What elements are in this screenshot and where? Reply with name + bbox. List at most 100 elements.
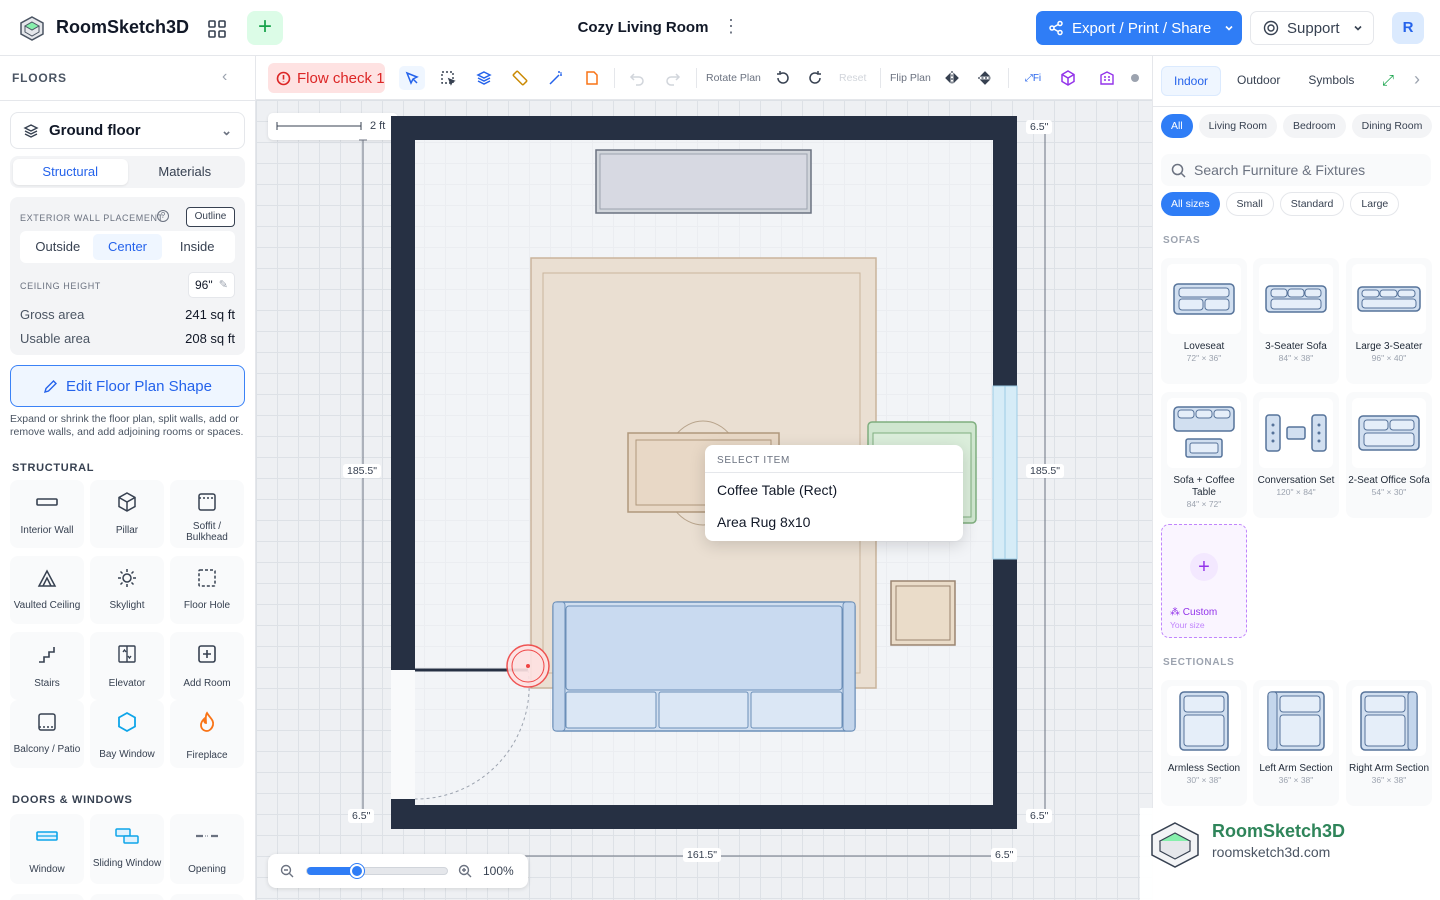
flow-check-button[interactable]: Flow check 1 <box>268 63 385 93</box>
undo-icon[interactable] <box>624 66 650 90</box>
usable-area-value: 208 sq ft <box>185 331 235 346</box>
furniture-search-input[interactable] <box>1194 162 1424 178</box>
collapse-panel-icon[interactable]: ‹ <box>222 68 227 86</box>
note-icon[interactable] <box>579 66 605 90</box>
flip-vertical-icon[interactable] <box>972 66 998 90</box>
chip-all-sizes[interactable]: All sizes <box>1161 192 1220 216</box>
magic-select-icon[interactable] <box>399 66 425 90</box>
outline-button[interactable]: Outline <box>186 207 235 227</box>
chip-large[interactable]: Large <box>1350 192 1400 216</box>
tool-elevator[interactable]: Elevator <box>90 632 164 700</box>
furniture-library-panel: Indoor Outdoor Symbols ⤢ › All Living Ro… <box>1152 56 1440 900</box>
support-button[interactable]: Support <box>1250 11 1374 45</box>
flip-horizontal-icon[interactable] <box>939 66 965 90</box>
tab-outdoor[interactable]: Outdoor <box>1225 66 1292 96</box>
tool-soffit[interactable]: Soffit / Bulkhead <box>170 480 244 548</box>
tool-more[interactable] <box>170 894 244 900</box>
new-project-button[interactable]: + <box>247 11 283 45</box>
chip-all[interactable]: All <box>1161 114 1193 138</box>
dimension-bottom-left[interactable]: 6.5" <box>348 809 375 823</box>
top-bar: RoomSketch3D + Cozy Living Room ⋮ Export… <box>0 0 1440 56</box>
ceiling-height-field[interactable]: 96" ✎ <box>188 272 235 298</box>
edit-floor-plan-shape-button[interactable]: Edit Floor Plan Shape <box>10 365 245 407</box>
furniture-card[interactable]: 2-Seat Office Sofa 54" × 30" <box>1346 392 1432 518</box>
magic-wand-icon[interactable] <box>543 66 569 90</box>
fit-view-button[interactable]: ⤢ Fi <box>1016 66 1050 90</box>
tool-stairs[interactable]: Stairs <box>10 632 84 700</box>
placement-center[interactable]: Center <box>92 234 163 260</box>
project-title[interactable]: Cozy Living Room <box>540 19 746 36</box>
furniture-card[interactable]: Large 3-Seater 96" × 40" <box>1346 258 1432 384</box>
floor-plan-canvas[interactable]: 2 ft 185.5" 185.5" 6.5" 6.5" 6.5" 161.5"… <box>256 100 1152 900</box>
dimension-bottom-width[interactable]: 161.5" <box>683 848 722 862</box>
chip-living-room[interactable]: Living Room <box>1198 114 1278 138</box>
dimension-left[interactable]: 185.5" <box>343 464 382 478</box>
rotate-right-icon[interactable] <box>802 66 828 90</box>
expand-icon[interactable]: ⤢ <box>1382 72 1394 89</box>
floor-select[interactable]: Ground floor ⌄ <box>10 112 245 149</box>
tool-vaulted-ceiling[interactable]: Vaulted Ceiling <box>10 556 84 624</box>
structural-heading: STRUCTURAL <box>12 462 95 474</box>
popup-item-coffee-table[interactable]: Coffee Table (Rect) <box>717 482 837 498</box>
dimension-top-right[interactable]: 6.5" <box>1026 120 1053 134</box>
dimension-right[interactable]: 185.5" <box>1026 464 1065 478</box>
tool-pillar[interactable]: Pillar <box>90 480 164 548</box>
3d-view-icon[interactable] <box>1055 66 1081 90</box>
ruler-icon[interactable] <box>507 66 533 90</box>
project-menu-icon[interactable]: ⋮ <box>722 16 740 40</box>
dashboard-grid-icon[interactable] <box>204 16 230 42</box>
tool-window[interactable]: Window <box>10 814 84 884</box>
furniture-card[interactable]: Right Arm Section 36" × 38" <box>1346 680 1432 806</box>
tool-label: Elevator <box>108 678 146 689</box>
expand-icon: ⤢ <box>1024 72 1033 84</box>
furniture-card[interactable]: Loveseat 72" × 36" <box>1161 258 1247 384</box>
chevron-right-icon[interactable]: › <box>1414 69 1420 90</box>
help-icon[interactable]: ? <box>157 210 169 222</box>
tab-structural[interactable]: Structural <box>13 159 128 185</box>
furniture-card[interactable]: Sofa + Coffee Table 84" × 72" <box>1161 392 1247 518</box>
furniture-card[interactable]: Left Arm Section 36" × 38" <box>1253 680 1339 806</box>
custom-furniture-card[interactable]: + ⁂ Custom Your size <box>1161 524 1247 638</box>
zoom-slider-thumb[interactable] <box>349 864 364 878</box>
export-print-share-button[interactable]: Export / Print / Share <box>1036 11 1242 45</box>
tool-interior-wall[interactable]: Interior Wall <box>10 480 84 548</box>
tool-more[interactable] <box>90 894 164 900</box>
user-avatar[interactable]: R <box>1392 12 1424 44</box>
redo-icon[interactable] <box>660 66 686 90</box>
tool-balcony[interactable]: Balcony / Patio <box>10 700 84 768</box>
zoom-slider[interactable] <box>306 864 448 878</box>
placement-inside[interactable]: Inside <box>162 234 232 260</box>
marquee-select-icon[interactable] <box>435 66 461 90</box>
furniture-card[interactable]: Armless Section 30" × 38" <box>1161 680 1247 806</box>
tool-floor-hole[interactable]: Floor Hole <box>170 556 244 624</box>
tool-sliding-window[interactable]: Sliding Window <box>90 814 164 884</box>
tab-materials[interactable]: Materials <box>128 159 243 185</box>
tool-skylight[interactable]: Skylight <box>90 556 164 624</box>
zoom-out-icon[interactable] <box>280 864 294 878</box>
building-icon[interactable] <box>1094 66 1120 90</box>
panel-tabs: Structural Materials <box>10 156 245 188</box>
rotate-left-icon[interactable] <box>770 66 796 90</box>
layers-icon[interactable] <box>471 66 497 90</box>
furniture-card[interactable]: 3-Seater Sofa 84" × 38" <box>1253 258 1339 384</box>
placement-outside[interactable]: Outside <box>23 234 93 260</box>
dimension-bottom-right[interactable]: 6.5" <box>1026 809 1053 823</box>
tab-symbols[interactable]: Symbols <box>1296 66 1366 96</box>
tool-opening[interactable]: Opening <box>170 814 244 884</box>
reset-button[interactable]: Reset <box>839 72 866 84</box>
dimension-bottom-right-2[interactable]: 6.5" <box>991 848 1018 862</box>
floors-panel: FLOORS ‹ Ground floor ⌄ Structural Mater… <box>0 56 256 900</box>
tab-indoor[interactable]: Indoor <box>1161 66 1222 96</box>
zoom-in-icon[interactable] <box>458 864 472 878</box>
furniture-card[interactable]: Conversation Set 120" × 84" <box>1253 392 1339 518</box>
tool-bay-window[interactable]: Bay Window <box>90 700 164 768</box>
popup-item-area-rug[interactable]: Area Rug 8x10 <box>717 514 810 530</box>
tool-fireplace[interactable]: Fireplace <box>170 700 244 768</box>
tool-add-room[interactable]: Add Room <box>170 632 244 700</box>
chip-bedroom[interactable]: Bedroom <box>1283 114 1346 138</box>
chip-standard[interactable]: Standard <box>1279 192 1345 216</box>
chip-dining-room[interactable]: Dining Room <box>1351 114 1433 138</box>
chip-small[interactable]: Small <box>1225 192 1274 216</box>
library-tabs: Indoor Outdoor Symbols <box>1161 66 1383 96</box>
tool-more[interactable] <box>10 894 84 900</box>
